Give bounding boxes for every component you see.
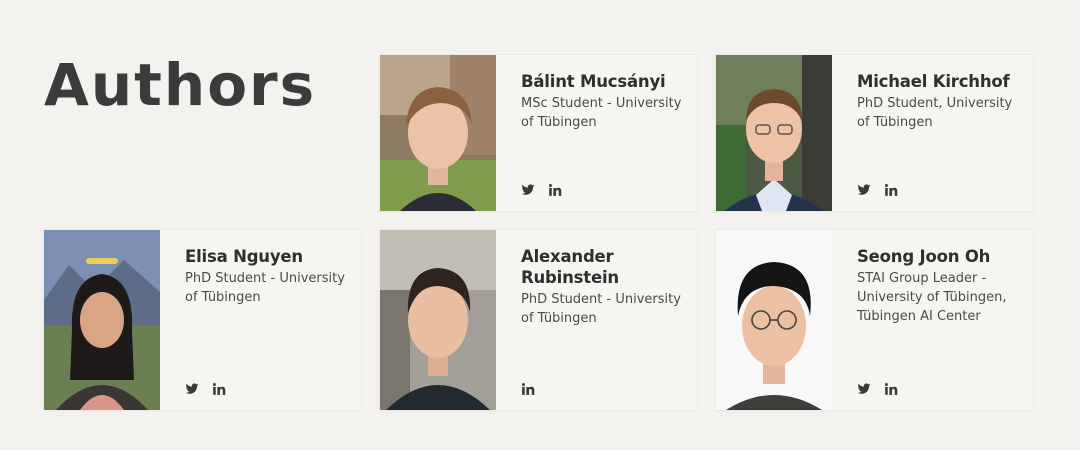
- twitter-icon[interactable]: [857, 183, 871, 197]
- social-links: [857, 183, 898, 197]
- linkedin-icon[interactable]: [521, 382, 535, 396]
- author-photo: [380, 55, 496, 211]
- author-card-alexander: Alexander Rubinstein PhD Student - Unive…: [380, 230, 697, 410]
- author-card-seong-joon: Seong Joon Oh STAI Group Leader - Univer…: [716, 230, 1033, 410]
- linkedin-icon[interactable]: [884, 382, 898, 396]
- author-photo: [716, 230, 832, 410]
- author-role: PhD Student - University of Tübingen: [185, 271, 345, 305]
- author-photo: [380, 230, 496, 410]
- author-card-elisa: Elisa Nguyen PhD Student - University of…: [44, 230, 361, 410]
- author-name: Bálint Mucsányi: [521, 72, 666, 91]
- social-links: [521, 183, 562, 197]
- author-role: PhD Student, University of Tübingen: [857, 96, 1013, 130]
- social-links: [185, 382, 226, 396]
- linkedin-icon[interactable]: [212, 382, 226, 396]
- author-role: STAI Group Leader - University of Tübing…: [857, 271, 1007, 324]
- author-card-balint: Bálint Mucsányi MSc Student - University…: [380, 55, 697, 211]
- social-links: [521, 382, 535, 396]
- linkedin-icon[interactable]: [884, 183, 898, 197]
- author-photo: [716, 55, 832, 211]
- author-role: PhD Student - University of Tübingen: [521, 292, 681, 326]
- twitter-icon[interactable]: [185, 382, 199, 396]
- author-name: Elisa Nguyen: [185, 247, 303, 266]
- twitter-icon[interactable]: [521, 183, 535, 197]
- author-card-michael: Michael Kirchhof PhD Student, University…: [716, 55, 1033, 211]
- author-name: Michael Kirchhof: [857, 72, 1010, 91]
- author-photo: [44, 230, 160, 410]
- twitter-icon[interactable]: [857, 382, 871, 396]
- social-links: [857, 382, 898, 396]
- section-heading: Authors: [44, 51, 317, 119]
- author-name: Seong Joon Oh: [857, 247, 991, 266]
- author-role: MSc Student - University of Tübingen: [521, 96, 682, 130]
- author-name: Alexander Rubinstein: [521, 247, 619, 287]
- linkedin-icon[interactable]: [548, 183, 562, 197]
